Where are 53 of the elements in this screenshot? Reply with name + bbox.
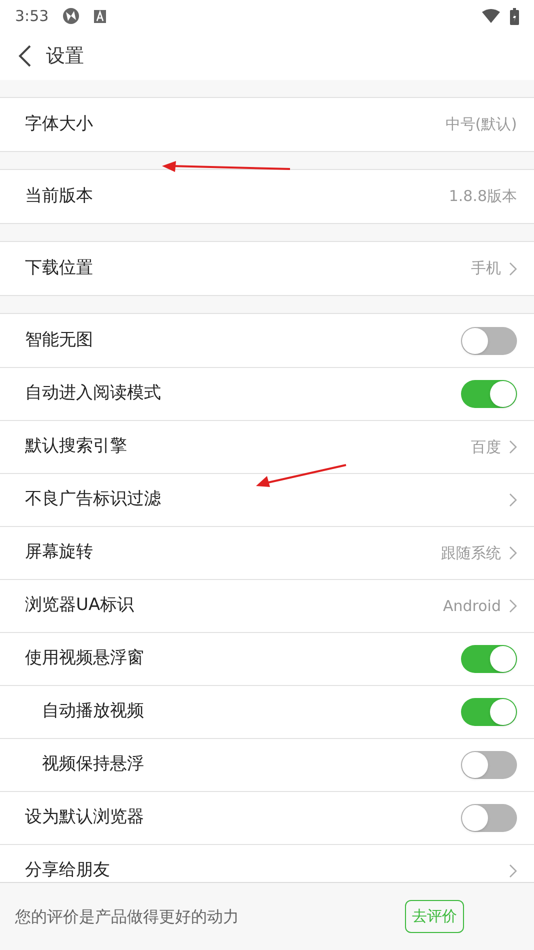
setting-label: 默认搜索引擎: [25, 435, 128, 458]
settings-row[interactable]: 分享给朋友: [0, 844, 534, 882]
setting-value: Android: [443, 596, 501, 617]
keyboard-icon: [94, 10, 106, 22]
settings-row[interactable]: 智能无图: [0, 314, 534, 367]
rating-prompt: 您的评价是产品做得更好的动力: [15, 906, 240, 928]
setting-label: 不良广告标识过滤: [25, 488, 162, 512]
battery-icon: [510, 8, 519, 24]
settings-row[interactable]: 字体大小 中号(默认): [0, 98, 534, 151]
toggle-switch[interactable]: [461, 804, 517, 832]
toggle-switch[interactable]: [461, 326, 517, 354]
chevron-right-icon: [509, 546, 517, 560]
settings-row[interactable]: 当前版本 1.8.8版本: [0, 170, 534, 223]
setting-label: 分享给朋友: [25, 859, 111, 882]
setting-label: 视频保持悬浮: [42, 753, 145, 776]
settings-row[interactable]: 浏览器UA标识 Android: [0, 579, 534, 632]
wifi-icon: [482, 9, 500, 23]
toggle-switch[interactable]: [461, 751, 517, 779]
setting-label: 使用视频悬浮窗: [25, 647, 145, 670]
setting-label: 字体大小: [25, 112, 94, 136]
toggle-switch[interactable]: [461, 380, 517, 408]
setting-value: 跟随系统: [441, 542, 501, 564]
setting-label: 自动进入阅读模式: [25, 382, 162, 406]
settings-row[interactable]: 下载位置 手机: [0, 242, 534, 295]
app-icon: [62, 7, 80, 25]
settings-row[interactable]: 视频保持悬浮: [0, 738, 534, 791]
chevron-right-icon: [509, 440, 517, 454]
status-time: 3:53: [15, 6, 49, 27]
setting-label: 当前版本: [25, 184, 94, 208]
settings-row[interactable]: 不良广告标识过滤: [0, 473, 534, 526]
settings-row[interactable]: 自动播放视频: [0, 685, 534, 738]
settings-row[interactable]: 设为默认浏览器: [0, 791, 534, 844]
setting-value: 百度: [471, 436, 501, 458]
settings-row[interactable]: 默认搜索引擎 百度: [0, 420, 534, 473]
toggle-switch[interactable]: [461, 698, 517, 726]
setting-value: 1.8.8版本: [448, 186, 517, 208]
chevron-right-icon: [509, 599, 517, 613]
setting-label: 屏幕旋转: [25, 541, 94, 564]
chevron-right-icon: [509, 493, 517, 507]
setting-label: 设为默认浏览器: [25, 806, 145, 830]
setting-label: 下载位置: [25, 256, 94, 280]
settings-row[interactable]: 使用视频悬浮窗: [0, 632, 534, 685]
chevron-right-icon: [509, 262, 517, 276]
toggle-switch[interactable]: [461, 645, 517, 673]
settings-row[interactable]: 自动进入阅读模式: [0, 367, 534, 420]
chevron-right-icon: [509, 864, 517, 878]
setting-label: 智能无图: [25, 328, 94, 352]
settings-row[interactable]: 屏幕旋转 跟随系统: [0, 526, 534, 579]
setting-label: 自动播放视频: [42, 700, 145, 724]
page-title: 设置: [46, 44, 84, 69]
setting-label: 浏览器UA标识: [25, 594, 136, 618]
setting-value: 中号(默认): [445, 114, 517, 136]
setting-value: 手机: [471, 258, 501, 280]
